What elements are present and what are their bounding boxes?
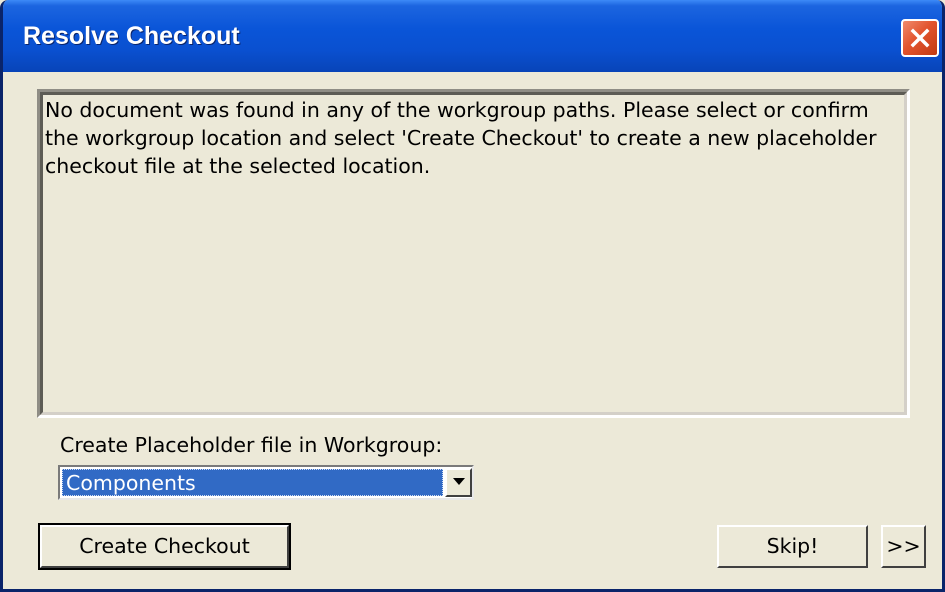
workgroup-label: Create Placeholder file in Workgroup: xyxy=(60,433,443,457)
message-panel: No document was found in any of the work… xyxy=(37,89,910,418)
more-button[interactable]: >> xyxy=(881,525,926,568)
title-bar[interactable]: Resolve Checkout xyxy=(3,0,942,72)
window-title: Resolve Checkout xyxy=(23,22,240,50)
resolve-checkout-dialog: Resolve Checkout No document was found i… xyxy=(0,0,945,592)
workgroup-selected-value[interactable]: Components xyxy=(62,469,443,496)
skip-button[interactable]: Skip! xyxy=(717,525,868,568)
message-panel-inner: No document was found in any of the work… xyxy=(40,92,907,415)
create-checkout-button[interactable]: Create Checkout xyxy=(38,523,291,570)
message-text: No document was found in any of the work… xyxy=(45,98,877,178)
dropdown-button[interactable] xyxy=(445,468,472,497)
workgroup-select[interactable]: Components xyxy=(58,465,474,500)
close-button[interactable] xyxy=(901,19,939,57)
close-icon xyxy=(910,28,930,48)
chevron-down-icon xyxy=(453,478,465,485)
